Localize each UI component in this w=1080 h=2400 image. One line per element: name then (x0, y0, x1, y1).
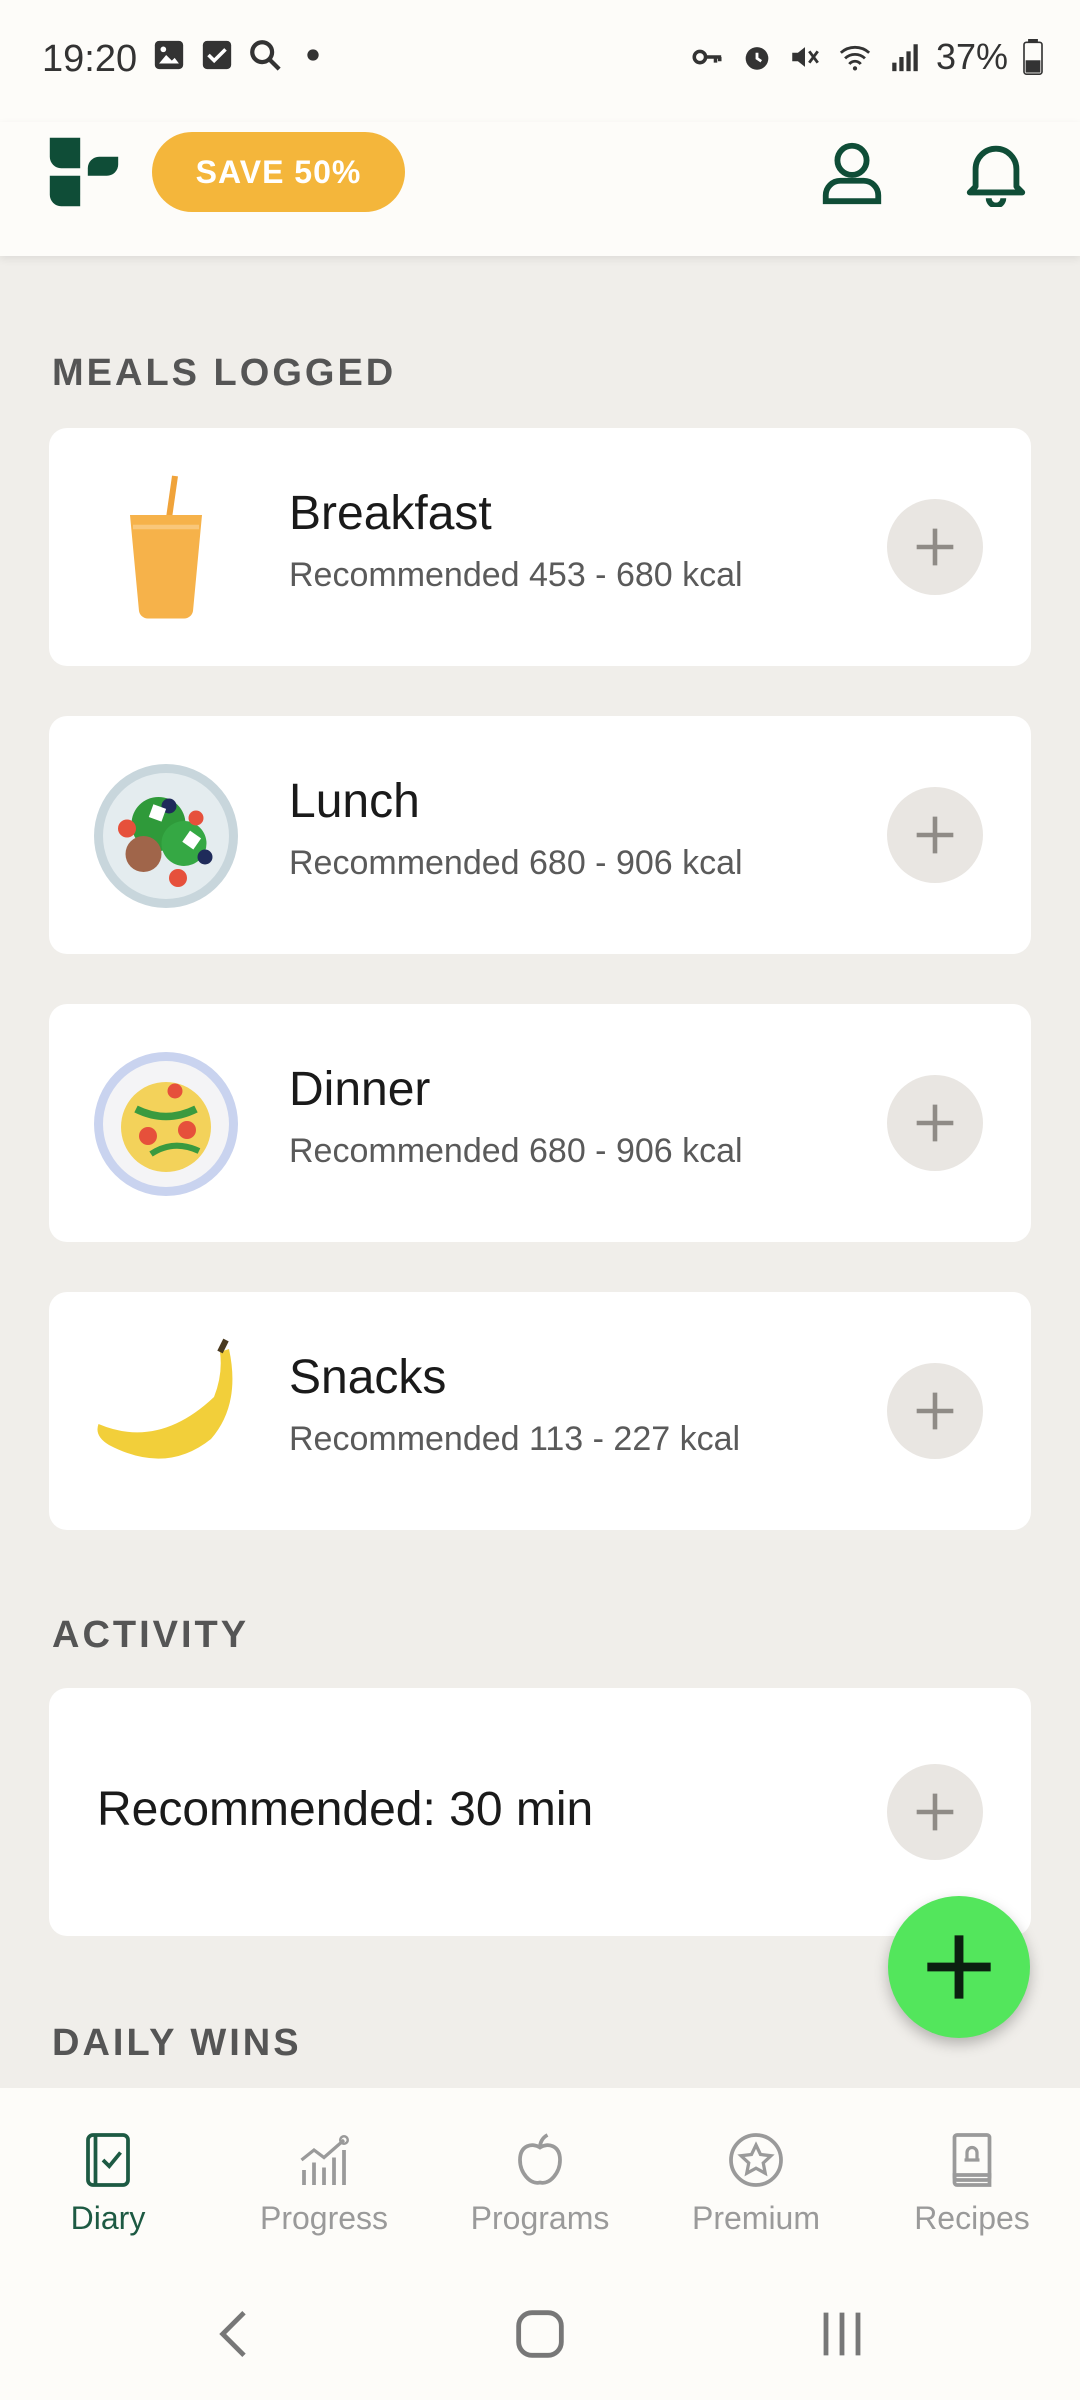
back-icon[interactable] (204, 2302, 268, 2366)
salad-icon (94, 764, 238, 908)
key-icon (692, 49, 722, 65)
notifications-button[interactable] (954, 130, 1038, 214)
bottom-navigation: Diary Progress Programs Premium Recipes (0, 2088, 1080, 2266)
profile-button[interactable] (810, 130, 894, 214)
activity-heading: ACTIVITY (52, 1614, 250, 1656)
plus-icon (916, 528, 954, 566)
meal-card-breakfast[interactable]: Breakfast Recommended 453 - 680 kcal (49, 428, 1031, 666)
recent-apps-icon[interactable] (810, 2302, 874, 2366)
diary-icon (86, 2133, 130, 2187)
meal-card-lunch[interactable]: Lunch Recommended 680 - 906 kcal (49, 716, 1031, 954)
nav-label: Progress (259, 2200, 389, 2236)
dot-icon (307, 49, 319, 61)
alarm-icon (745, 47, 769, 70)
banana-icon (97, 1338, 233, 1459)
battery-icon (1023, 39, 1043, 75)
system-navigation-bar (0, 2266, 1080, 2400)
nav-progress[interactable]: Progress (216, 2088, 432, 2266)
app-header: SAVE 50% (0, 122, 1080, 256)
status-time: 19:20 (42, 38, 138, 80)
plus-icon (927, 1935, 991, 1999)
nav-label: Recipes (914, 2200, 1030, 2236)
add-snacks-button[interactable] (887, 1363, 983, 1459)
wifi-icon (839, 45, 871, 71)
meal-card-dinner[interactable]: Dinner Recommended 680 - 906 kcal (49, 1004, 1031, 1242)
plus-icon (916, 1793, 954, 1831)
meal-name: Lunch (289, 775, 420, 828)
meal-name: Dinner (289, 1063, 431, 1116)
juice-icon (130, 475, 202, 619)
meal-recommended-kcal: Recommended 680 - 906 kcal (289, 844, 743, 882)
nav-diary[interactable]: Diary (0, 2088, 216, 2266)
star-icon (729, 2133, 783, 2187)
meals-logged-heading: MEALS LOGGED (52, 352, 397, 394)
bell-icon (966, 145, 1026, 207)
profile-icon (822, 142, 882, 205)
meal-name: Snacks (289, 1351, 447, 1404)
add-dinner-button[interactable] (887, 1075, 983, 1171)
checkbox-icon (202, 40, 232, 70)
nav-programs[interactable]: Programs (432, 2088, 648, 2266)
plus-icon (916, 816, 954, 854)
meal-name: Breakfast (289, 487, 492, 540)
plus-icon (916, 1392, 954, 1430)
app-logo (49, 137, 119, 207)
meal-card-snacks[interactable]: Snacks Recommended 113 - 227 kcal (49, 1292, 1031, 1530)
gallery-icon (154, 40, 184, 70)
progress-chart-icon (300, 2135, 349, 2185)
meal-recommended-kcal: Recommended 453 - 680 kcal (289, 556, 743, 594)
nav-label: Premium (691, 2200, 820, 2236)
activity-card[interactable]: Recommended: 30 min (49, 1688, 1031, 1936)
daily-wins-heading: DAILY WINS (52, 2022, 302, 2064)
save-50-promo-button[interactable]: SAVE 50% (152, 132, 405, 212)
apple-icon (518, 2133, 562, 2185)
system-indicators: 37% (688, 36, 1044, 78)
add-breakfast-button[interactable] (887, 499, 983, 595)
nav-premium[interactable]: Premium (648, 2088, 864, 2266)
mute-icon (792, 47, 819, 67)
search-icon (250, 40, 281, 71)
nav-label: Diary (70, 2200, 146, 2236)
notification-icons (152, 38, 330, 72)
add-lunch-button[interactable] (887, 787, 983, 883)
signal-icon (892, 44, 918, 72)
pasta-icon (94, 1052, 238, 1196)
activity-recommended: Recommended: 30 min (97, 1783, 594, 1836)
quick-add-fab[interactable] (888, 1896, 1030, 2038)
battery-percent: 37% (935, 36, 1008, 77)
meal-recommended-kcal: Recommended 113 - 227 kcal (289, 1420, 741, 1458)
nav-recipes[interactable]: Recipes (864, 2088, 1080, 2266)
home-icon[interactable] (508, 2302, 572, 2366)
status-bar: 19:20 37% (0, 0, 1080, 122)
recipe-book-icon (952, 2133, 992, 2187)
nav-label: Programs (470, 2200, 610, 2236)
meal-recommended-kcal: Recommended 680 - 906 kcal (289, 1132, 743, 1170)
add-activity-button[interactable] (887, 1764, 983, 1860)
plus-icon (916, 1104, 954, 1142)
